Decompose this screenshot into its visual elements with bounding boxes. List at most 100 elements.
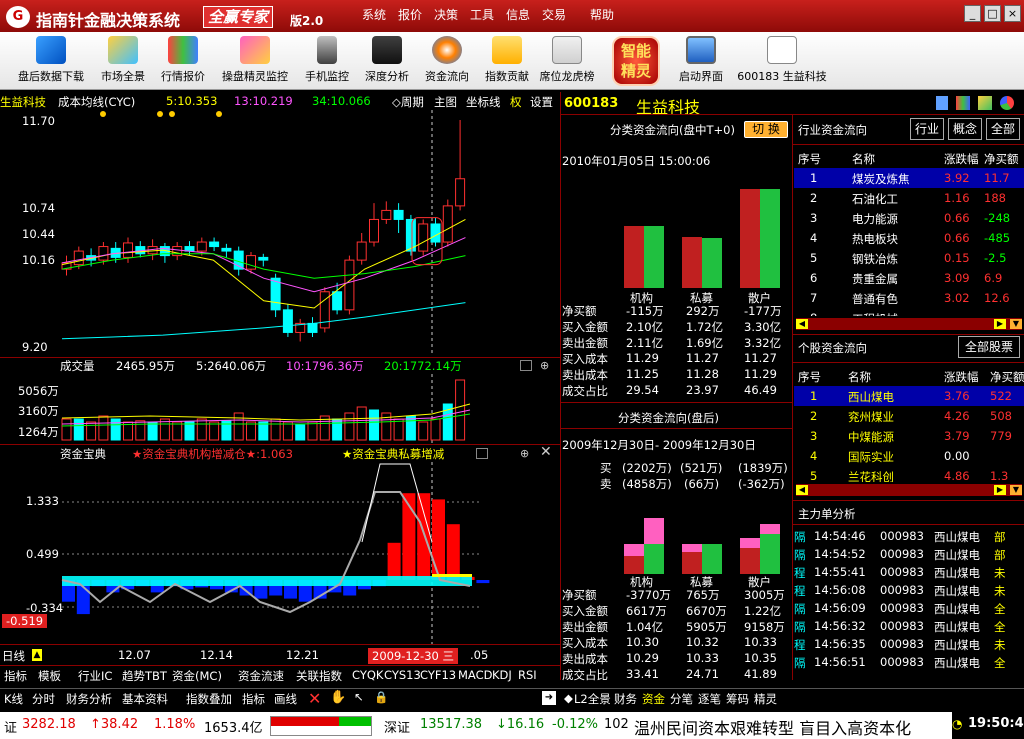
scroll-left-icon[interactable]: ◀ <box>796 319 808 329</box>
table-row[interactable]: 2 兖州煤业 4.26 508 <box>794 406 1024 426</box>
table-row[interactable]: 1 煤炭及炼焦 3.92 11.7 <box>794 168 1024 188</box>
column-header[interactable]: 涨跌幅 <box>944 369 979 385</box>
tool-download-data[interactable]: 盘后数据下载 <box>16 36 86 84</box>
tab-industry-ic[interactable]: 行业IC <box>78 668 112 684</box>
tab-finance[interactable]: 财务 <box>614 691 637 707</box>
axis-line-button[interactable]: 坐标线 <box>466 94 501 110</box>
tab-indicator[interactable]: 指标 <box>4 668 27 684</box>
column-header[interactable]: 序号 <box>798 369 821 385</box>
smart-genie-button[interactable]: 智能 精灵 <box>612 36 660 86</box>
scroll-left-icon[interactable]: ◀ <box>796 485 808 495</box>
menu-help[interactable]: 帮助 <box>590 6 614 23</box>
tool-dragon-tiger[interactable]: 席位龙虎榜 <box>532 36 602 84</box>
settings-button[interactable]: 设置 <box>530 94 553 110</box>
table-row[interactable]: 2 石油化工 1.16 188 <box>794 188 1024 208</box>
tool-startup-screen[interactable]: 启动界面 <box>666 36 736 84</box>
column-header[interactable]: 名称 <box>852 151 875 167</box>
scroll-right-icon[interactable]: ▶ <box>994 485 1006 495</box>
menu-info[interactable]: 信息 <box>506 6 530 23</box>
kline-chart[interactable] <box>0 110 560 356</box>
pointer-icon[interactable]: ↖ <box>354 690 364 704</box>
fold-icon[interactable]: ◆ <box>564 691 573 705</box>
table-row[interactable]: 5 兰花科创 4.86 1.3 <box>794 466 1024 482</box>
tab-cys13[interactable]: CYS13 <box>384 668 421 682</box>
tab-index-overlay[interactable]: 指数叠加 <box>186 691 232 707</box>
tab-l2-overview[interactable]: L2全景 <box>574 691 611 707</box>
column-header[interactable]: 名称 <box>848 369 871 385</box>
menu-decision[interactable]: 决策 <box>434 6 458 23</box>
tab-each-trade[interactable]: 逐笔 <box>698 691 721 707</box>
tab-related-index[interactable]: 关联指数 <box>296 668 342 684</box>
bar-chart-icon[interactable] <box>956 96 970 110</box>
main-force-row[interactable]: 隔 14:56:32 000983 西山煤电全 <box>794 616 1024 636</box>
main-chart-button[interactable]: 主图 <box>434 94 457 110</box>
tool-current-stock[interactable]: 600183 生益科技 <box>734 36 830 84</box>
tab-intraday[interactable]: 分时 <box>32 691 55 707</box>
main-force-row[interactable]: 程 14:55:41 000983 西山煤电未 <box>794 562 1024 582</box>
zoom-icon[interactable]: ⊕ <box>520 447 529 460</box>
up-arrow-icon[interactable]: ▲ <box>32 649 42 661</box>
window-icon[interactable] <box>476 448 488 459</box>
tab-kdj[interactable]: KDJ <box>492 668 512 682</box>
scroll-down-icon[interactable]: ▼ <box>1010 319 1022 329</box>
tab-basic-info[interactable]: 基本资料 <box>122 691 168 707</box>
tab-macd[interactable]: MACD <box>458 668 492 682</box>
tab-rsi[interactable]: RSI <box>518 668 537 682</box>
news-ticker[interactable]: 温州民间资本艰难转型 盲目入高资本化 <box>634 715 911 739</box>
pie-icon[interactable] <box>1000 96 1014 110</box>
switch-button[interactable]: 切 换 <box>744 121 788 138</box>
tab-cyqk[interactable]: CYQK <box>352 668 383 682</box>
lock-icon[interactable]: 🔒 <box>374 690 388 704</box>
close-icon[interactable]: ✕ <box>540 444 552 460</box>
table-row[interactable]: 5 钢铁冶炼 0.15 -2.5 <box>794 248 1024 268</box>
delete-icon[interactable]: ✕ <box>308 689 321 708</box>
menu-trade[interactable]: 交易 <box>542 6 566 23</box>
main-force-row[interactable]: 隔 14:54:52 000983 西山煤电部 <box>794 544 1024 564</box>
table-row[interactable]: 3 中煤能源 3.79 779 <box>794 426 1024 446</box>
table-row[interactable]: 8 工程机械 <box>794 308 1024 316</box>
map-icon[interactable] <box>978 96 992 110</box>
tab-indicator[interactable]: 指标 <box>242 691 265 707</box>
industry-scrollbar[interactable]: ◀ ▶ ▼ <box>796 318 1022 330</box>
arrow-right-icon[interactable]: ➜ <box>542 691 556 705</box>
column-header[interactable]: 序号 <box>798 151 821 167</box>
concept-button[interactable]: 概念 <box>948 118 982 140</box>
volume-chart[interactable] <box>0 374 560 444</box>
period-type[interactable]: 日线 <box>2 648 25 664</box>
table-row[interactable]: 6 贵重金属 3.09 6.9 <box>794 268 1024 288</box>
table-row[interactable]: 4 热电板块 0.66 -485 <box>794 228 1024 248</box>
stock-scrollbar[interactable]: ◀ ▶ ▼ <box>796 484 1022 496</box>
table-row[interactable]: 7 普通有色 3.02 12.6 <box>794 288 1024 308</box>
scroll-down-icon[interactable]: ▼ <box>1010 485 1022 495</box>
tool-quotes[interactable]: 行情报价 <box>148 36 218 84</box>
tab-template[interactable]: 模板 <box>38 668 61 684</box>
hand-icon[interactable]: ✋ <box>330 690 346 705</box>
tab-genie[interactable]: 精灵 <box>754 691 777 707</box>
main-force-row[interactable]: 程 14:56:35 000983 西山煤电未 <box>794 634 1024 654</box>
minimize-icon[interactable]: _ <box>964 5 981 22</box>
main-force-row[interactable]: 程 14:56:08 000983 西山煤电未 <box>794 580 1024 600</box>
tab-cyf13[interactable]: CYF13 <box>420 668 456 682</box>
tab-financial[interactable]: 财务分析 <box>66 691 112 707</box>
table-row[interactable]: 1 西山煤电 3.76 522 <box>794 386 1024 406</box>
column-header[interactable]: 净买额 <box>990 369 1024 385</box>
main-force-row[interactable]: 隔 14:54:46 000983 西山煤电部 <box>794 526 1024 546</box>
tab-fund[interactable]: 资金 <box>642 691 665 707</box>
period-button[interactable]: ◇周期 <box>392 94 424 110</box>
tab-tick[interactable]: 分笔 <box>670 691 693 707</box>
maximize-icon[interactable]: □ <box>984 5 1001 22</box>
column-header[interactable]: 净买额 <box>984 151 1019 167</box>
menu-quote[interactable]: 报价 <box>398 6 422 23</box>
scroll-right-icon[interactable]: ▶ <box>994 319 1006 329</box>
table-row[interactable]: 4 国际实业 0.00 <box>794 446 1024 466</box>
tab-chips[interactable]: 筹码 <box>726 691 749 707</box>
menu-tools[interactable]: 工具 <box>470 6 494 23</box>
tab-fund-speed[interactable]: 资金流速 <box>238 668 284 684</box>
window-icon[interactable] <box>520 360 532 371</box>
zoom-icon[interactable]: ⊕ <box>540 359 552 372</box>
fund-chart[interactable] <box>0 462 560 652</box>
main-force-row[interactable]: 隔 14:56:09 000983 西山煤电全 <box>794 598 1024 618</box>
tab-drawing[interactable]: 画线 <box>274 691 297 707</box>
industry-button[interactable]: 行业 <box>910 118 944 140</box>
tab-kline[interactable]: K线 <box>4 691 23 707</box>
